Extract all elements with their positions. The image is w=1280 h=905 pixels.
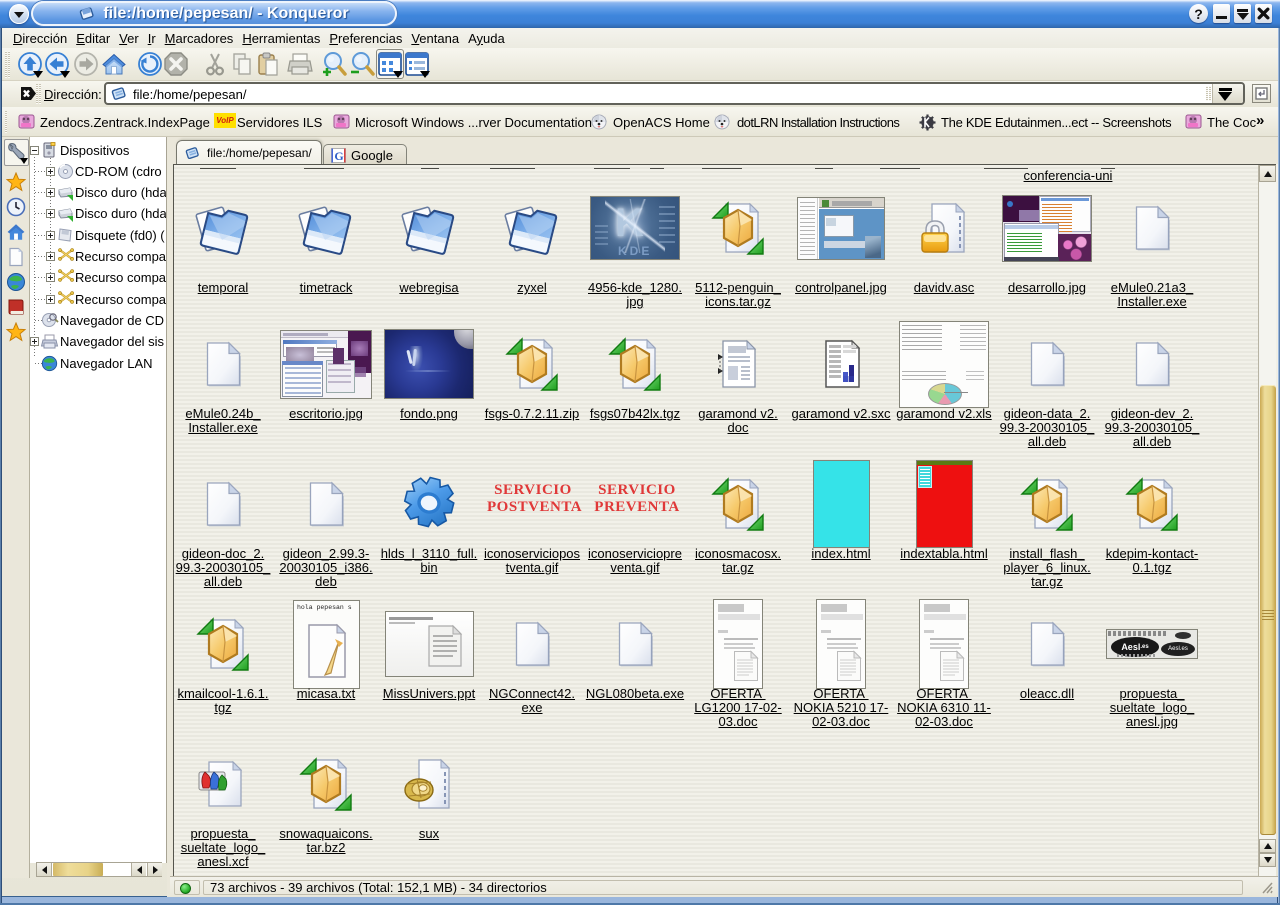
svg-text:G: G	[334, 149, 343, 163]
